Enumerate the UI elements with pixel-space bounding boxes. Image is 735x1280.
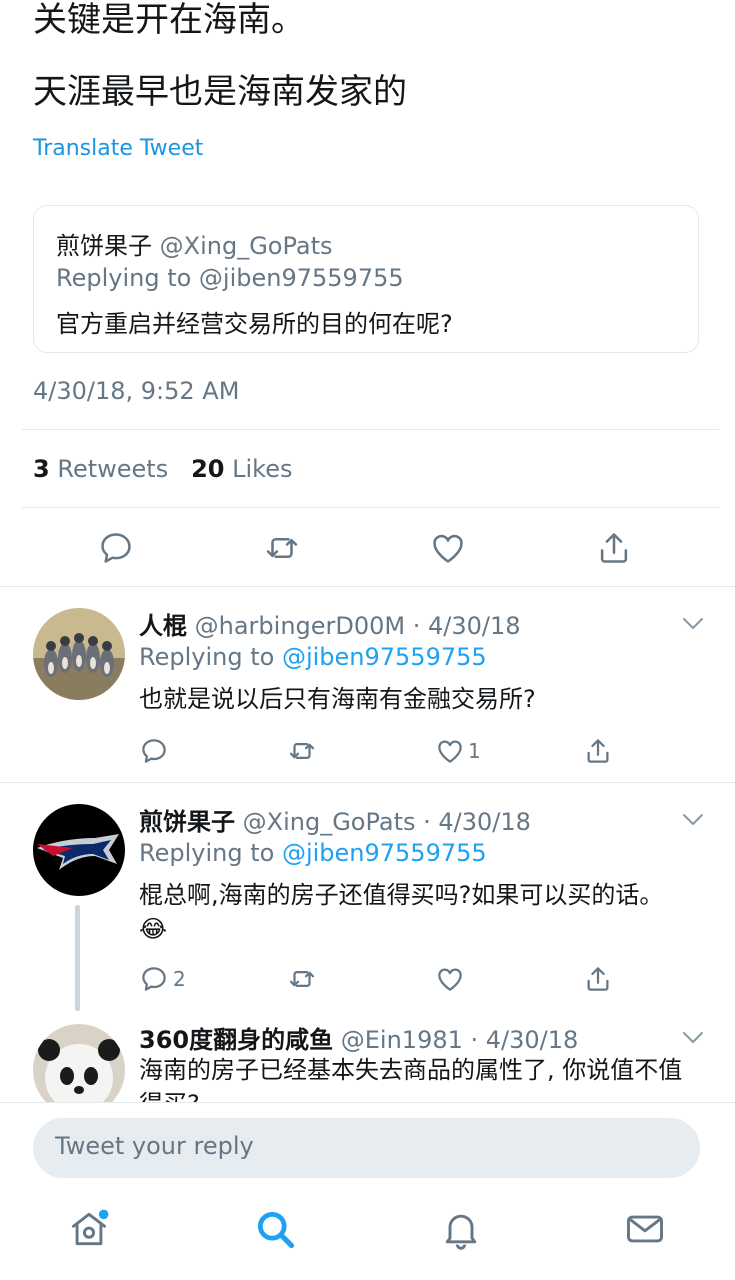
tweet-stats: 3 Retweets 20 Likes (33, 455, 293, 483)
retweets-label[interactable]: Retweets (57, 455, 168, 483)
like-count: 1 (468, 739, 481, 763)
compose-reply-bar[interactable] (33, 1118, 700, 1178)
reply-input[interactable] (55, 1132, 655, 1160)
replying-handle-link[interactable]: @jiben97559755 (282, 839, 487, 867)
reply-author-name: 人棍 (139, 612, 187, 640)
reply-replying-to: Replying to @jiben97559755 (139, 839, 487, 867)
reply-icon[interactable] (97, 529, 135, 567)
avatar-image (33, 804, 125, 896)
share-icon[interactable] (583, 736, 613, 766)
reply-icon[interactable] (139, 964, 169, 994)
reply-meta: @harbingerD00M · 4/30/18 (194, 612, 521, 640)
retweet-icon[interactable] (263, 529, 301, 567)
reply-replying-to: Replying to @jiben97559755 (139, 643, 487, 671)
reply-meta: @Ein1981 · 4/30/18 (340, 1026, 579, 1054)
like-icon[interactable] (435, 736, 465, 766)
avatar-image (33, 1024, 125, 1102)
likes-count[interactable]: 20 (191, 455, 224, 483)
retweet-icon[interactable] (287, 736, 317, 766)
divider (0, 586, 735, 587)
share-icon[interactable] (595, 529, 633, 567)
replying-prefix: Replying to (139, 643, 282, 671)
divider (0, 1102, 735, 1103)
chevron-down-icon[interactable] (682, 813, 704, 827)
notifications-icon[interactable] (439, 1207, 483, 1251)
reply-author[interactable]: 360度翻身的咸鱼 @Ein1981 · 4/30/18 (139, 1020, 578, 1055)
translate-tweet-link[interactable]: Translate Tweet (33, 136, 203, 161)
replying-prefix: Replying to (139, 839, 282, 867)
avatar[interactable] (33, 608, 125, 700)
reply-count: 2 (173, 967, 186, 991)
share-icon[interactable] (583, 964, 613, 994)
reply-text: 海南的房子已经基本失去商品的属性了, 你说值不值得买? (139, 1056, 683, 1102)
like-icon[interactable] (429, 529, 467, 567)
reply-author-name: 360度翻身的咸鱼 (139, 1026, 334, 1054)
search-icon[interactable] (253, 1207, 297, 1251)
chevron-down-icon[interactable] (682, 1031, 704, 1045)
divider (22, 429, 719, 430)
reply-text: 也就是说以后只有海南有金融交易所? (139, 685, 536, 713)
tweet-text-line-2: 天涯最早也是海南发家的 (33, 72, 407, 112)
chevron-down-icon[interactable] (682, 617, 704, 631)
reply-author[interactable]: 煎饼果子 @Xing_GoPats · 4/30/18 (139, 802, 531, 837)
reply-meta: @Xing_GoPats · 4/30/18 (242, 808, 531, 836)
avatar[interactable] (33, 1024, 125, 1102)
quoted-replying-to: Replying to @jiben97559755 (56, 264, 404, 292)
avatar-image (33, 608, 125, 700)
reply-text: 棍总啊,海南的房子还值得买吗?如果可以买的话。 😂 (139, 878, 699, 946)
reply-text-body: 棍总啊,海南的房子还值得买吗?如果可以买的话。 (139, 881, 664, 909)
like-icon[interactable] (435, 964, 465, 994)
home-icon[interactable] (67, 1207, 111, 1251)
divider (22, 507, 719, 508)
messages-icon[interactable] (623, 1207, 667, 1251)
quoted-tweet-card[interactable]: 煎饼果子 @Xing_GoPats Replying to @jiben9755… (33, 205, 699, 353)
avatar[interactable] (33, 804, 125, 896)
reply-icon[interactable] (139, 736, 169, 766)
divider (0, 782, 735, 783)
reply-author[interactable]: 人棍 @harbingerD00M · 4/30/18 (139, 606, 521, 641)
retweets-count[interactable]: 3 (33, 455, 50, 483)
tweet-text-line-1: 关键是开在海南。 (33, 0, 305, 40)
quoted-tweet-text: 官方重启并经营交易所的目的何在呢? (56, 310, 453, 338)
quoted-author: 煎饼果子 @Xing_GoPats (56, 226, 333, 261)
thread-connector (75, 905, 80, 1011)
retweet-icon[interactable] (287, 964, 317, 994)
quoted-author-handle: @Xing_GoPats (159, 232, 333, 260)
tweet-timestamp: 4/30/18, 9:52 AM (33, 377, 240, 405)
emoji: 😂 (139, 915, 168, 943)
quoted-author-name: 煎饼果子 (56, 232, 152, 260)
replying-handle-link[interactable]: @jiben97559755 (282, 643, 487, 671)
reply-item-clipped[interactable]: 360度翻身的咸鱼 @Ein1981 · 4/30/18 海南的房子已经基本失去… (0, 1010, 735, 1102)
reply-author-name: 煎饼果子 (139, 808, 235, 836)
likes-label[interactable]: Likes (232, 455, 292, 483)
